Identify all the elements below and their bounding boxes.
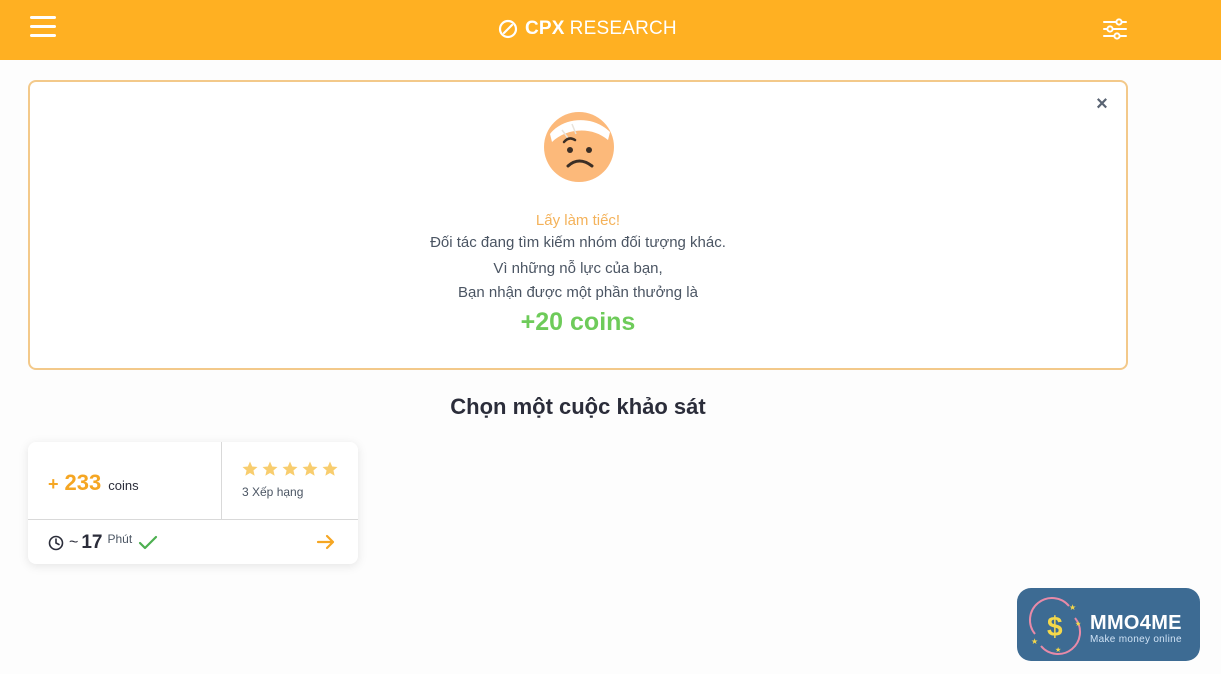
svg-text:★: ★ [1069, 603, 1076, 612]
star-icon [302, 461, 318, 476]
duration-unit: Phút [107, 532, 133, 546]
reward-notice: × Lấy làm tiếc! Đối tác đang tìm kiếm nh… [28, 80, 1128, 370]
brand-name-bold: CPX [525, 18, 565, 39]
close-icon[interactable]: × [1092, 94, 1112, 114]
message-line-2: Vì những nỗ lực của bạn, [493, 260, 663, 277]
brand-logo[interactable]: CPX RESEARCH [498, 17, 677, 41]
reward-amount: +20 coins [520, 308, 636, 336]
svg-text:★: ★ [1031, 637, 1038, 646]
star-icon [242, 461, 258, 476]
mmo4me-watermark: $ ★ ★ ★ ★ MMO4ME Make money online [1017, 588, 1200, 661]
card-divider-horizontal [28, 519, 358, 520]
message-line-1: Đối tác đang tìm kiếm nhóm đối tượng khá… [430, 234, 726, 251]
duration-minutes: 17 [81, 532, 103, 553]
svg-text:$: $ [1047, 611, 1063, 642]
message-line-3: Bạn nhận được một phần thưởng là [458, 284, 698, 301]
svg-text:★: ★ [1055, 646, 1061, 654]
hamburger-icon[interactable] [30, 16, 56, 38]
star-rating [241, 460, 341, 478]
sad-bandaged-face-icon [544, 112, 614, 182]
star-icon [282, 461, 298, 476]
approx-symbol: ~ [69, 534, 79, 551]
survey-card[interactable]: + 233 coins 3 Xếp hạng ~ 17 Phút [28, 442, 358, 564]
cpx-logo-icon [498, 19, 518, 39]
dollar-cycle-icon: $ ★ ★ ★ ★ [1028, 596, 1081, 656]
coin-amount: 233 [64, 470, 102, 495]
sliders-icon[interactable] [1102, 17, 1128, 41]
survey-duration: ~ 17 Phút [48, 532, 158, 554]
plus-sign: + [48, 474, 59, 494]
check-icon [139, 535, 158, 550]
survey-coins: + 233 coins [48, 470, 139, 496]
card-divider-vertical [221, 442, 222, 519]
coin-unit: coins [108, 478, 139, 493]
section-title: Chọn một cuộc khảo sát [450, 394, 706, 419]
watermark-subtitle: Make money online [1090, 634, 1182, 645]
clock-icon [48, 535, 64, 551]
rating-label: 3 Xếp hạng [242, 485, 304, 499]
star-icon [322, 461, 338, 476]
brand-name-rest: RESEARCH [569, 18, 677, 39]
arrow-right-icon[interactable] [315, 531, 337, 553]
sorry-text: Lấy làm tiếc! [535, 212, 621, 229]
top-bar: CPX RESEARCH [0, 0, 1221, 60]
star-icon [262, 461, 278, 476]
watermark-title: MMO4ME [1090, 612, 1182, 634]
svg-text:★: ★ [1075, 620, 1081, 628]
